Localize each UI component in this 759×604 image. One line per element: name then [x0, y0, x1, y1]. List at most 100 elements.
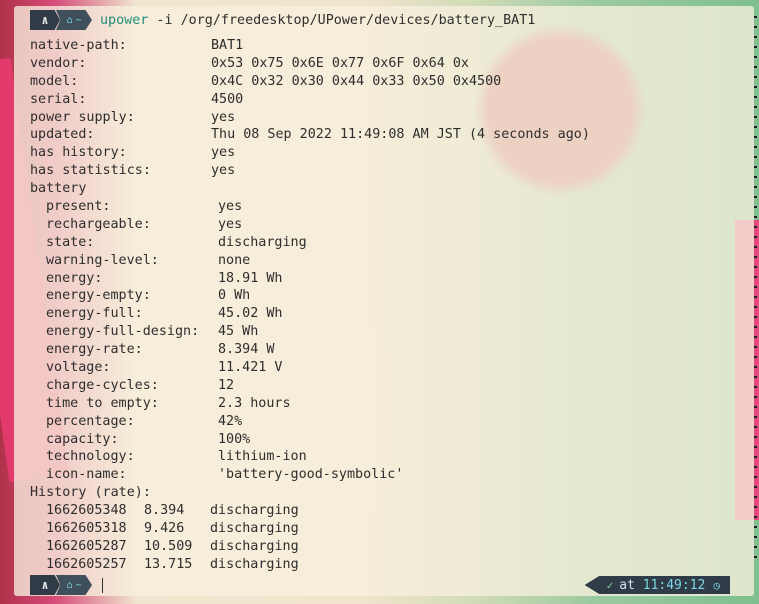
- field-value: 0x4C 0x32 0x30 0x44 0x33 0x50 0x4500: [211, 73, 502, 89]
- device-property-row: has history: yes: [30, 144, 746, 162]
- battery-property-row: energy-full: 45.02 Wh: [30, 305, 746, 323]
- battery-property-row: voltage: 11.421 V: [30, 359, 746, 377]
- field-key: icon-name:: [46, 467, 127, 483]
- command-arguments: -i /org/freedesktop/UPower/devices/batte…: [148, 12, 536, 28]
- field-value: 0x53 0x75 0x6E 0x77 0x6F 0x64 0x: [211, 55, 469, 71]
- home-icon: ⌂: [66, 579, 73, 591]
- history-rate: 8.394: [144, 503, 185, 519]
- field-key: energy-rate:: [46, 342, 143, 358]
- field-value: discharging: [218, 234, 307, 250]
- field-value: 12: [218, 377, 235, 393]
- home-icon: ⌂: [66, 14, 73, 26]
- device-property-row: native-path: BAT1: [30, 37, 746, 55]
- field-value: 11.421 V: [218, 360, 283, 376]
- field-key: vendor:: [30, 55, 87, 71]
- field-value: yes: [211, 109, 236, 125]
- scrollbar[interactable]: [754, 16, 757, 564]
- status-segment: ✓ at 11:49:12 ◷: [584, 576, 730, 594]
- field-key: time to empty:: [46, 395, 159, 411]
- field-key: energy:: [46, 270, 103, 286]
- field-key: has statistics:: [30, 163, 151, 179]
- field-value: 45 Wh: [218, 324, 259, 340]
- history-row: 1662605348 8.394 discharging: [30, 502, 746, 520]
- field-value: 18.91 Wh: [218, 270, 283, 286]
- field-key: model:: [30, 73, 79, 89]
- device-property-row: power supply: yes: [30, 109, 746, 127]
- field-key: updated:: [30, 127, 95, 143]
- history-rate: 10.509: [144, 538, 193, 554]
- battery-property-row: energy-full-design: 45 Wh: [30, 323, 746, 341]
- field-key: warning-level:: [46, 252, 159, 268]
- battery-property-row: capacity: 100%: [30, 431, 746, 449]
- history-row: 1662605318 9.426 discharging: [30, 520, 746, 538]
- history-state: discharging: [210, 503, 299, 519]
- field-value: yes: [218, 216, 243, 232]
- field-key: charge-cycles:: [46, 377, 159, 393]
- battery-property-row: energy-rate: 8.394 W: [30, 341, 746, 359]
- battery-property-row: technology: lithium-ion: [30, 448, 746, 466]
- field-key: voltage:: [46, 360, 111, 376]
- field-key: energy-full:: [46, 306, 143, 322]
- status-at-label: at: [619, 577, 643, 593]
- battery-property-row: energy: 18.91 Wh: [30, 270, 746, 288]
- device-property-row: vendor: 0x53 0x75 0x6E 0x77 0x6F 0x64 0x: [30, 55, 746, 73]
- battery-property-row: charge-cycles: 12: [30, 377, 746, 395]
- history-state: discharging: [210, 521, 299, 537]
- field-key: serial:: [30, 91, 87, 107]
- field-key: technology:: [46, 449, 135, 465]
- history-rate: 9.426: [144, 521, 185, 537]
- field-value: 100%: [218, 431, 251, 447]
- device-property-row: updated: Thu 08 Sep 2022 11:49:08 AM JST …: [30, 126, 746, 144]
- battery-section-header: battery: [30, 181, 87, 197]
- clock-icon: ◷: [713, 578, 720, 592]
- field-value: 42%: [218, 413, 243, 429]
- field-value: 0 Wh: [218, 288, 251, 304]
- field-value: yes: [211, 163, 236, 179]
- field-key: energy-empty:: [46, 288, 151, 304]
- history-row: 1662605257 13.715 discharging: [30, 556, 746, 574]
- history-state: discharging: [210, 556, 299, 572]
- battery-property-row: present: yes: [30, 198, 746, 216]
- battery-property-row: warning-level: none: [30, 252, 746, 270]
- battery-property-row: rechargeable: yes: [30, 216, 746, 234]
- command-output: native-path: BAT1 vendor: 0x53 0x75 0x6E 0x…: [30, 37, 746, 574]
- command-program: upower: [100, 12, 149, 28]
- battery-property-row: energy-empty: 0 Wh: [30, 287, 746, 305]
- battery-property-row: icon-name: 'battery-good-symbolic': [30, 466, 746, 484]
- field-key: power supply:: [30, 109, 135, 125]
- terminal-window[interactable]: ∧ ⌂ ~ upower -i /org/freedesktop/UPower/d…: [14, 6, 754, 596]
- history-timestamp: 1662605287: [46, 538, 127, 554]
- field-key: capacity:: [46, 431, 119, 447]
- device-property-row: has statistics: yes: [30, 162, 746, 180]
- field-value: BAT1: [211, 38, 244, 53]
- prompt-dir-segment: ⌂ ~: [56, 10, 92, 30]
- text-cursor[interactable]: [102, 577, 103, 593]
- device-property-row: serial: 4500: [30, 91, 746, 109]
- prompt-arch-segment: ∧: [30, 10, 60, 30]
- device-property-row: model: 0x4C 0x32 0x30 0x44 0x33 0x50 0x45…: [30, 73, 746, 91]
- field-key: native-path:: [30, 38, 127, 53]
- command-text: upower -i /org/freedesktop/UPower/device…: [100, 13, 535, 28]
- field-value: Thu 08 Sep 2022 11:49:08 AM JST (4 secon…: [211, 127, 590, 143]
- history-section-header: History (rate):: [30, 485, 151, 501]
- field-key: has history:: [30, 145, 127, 161]
- battery-property-row: time to empty: 2.3 hours: [30, 395, 746, 413]
- field-value: lithium-ion: [218, 449, 307, 465]
- field-key: percentage:: [46, 413, 135, 429]
- field-key: present:: [46, 199, 111, 215]
- field-value: none: [218, 252, 251, 268]
- field-value: yes: [211, 145, 236, 161]
- prompt-line: ∧ ⌂ ~ upower -i /org/freedesktop/UPower/d…: [14, 6, 754, 34]
- field-value: 2.3 hours: [218, 395, 291, 411]
- field-value: 8.394 W: [218, 342, 275, 358]
- battery-property-row: percentage: 42%: [30, 413, 746, 431]
- history-rate: 13.715: [144, 556, 193, 572]
- prompt-arch-segment: ∧: [30, 575, 60, 595]
- field-value: yes: [218, 199, 243, 215]
- status-time: 11:49:12: [642, 577, 706, 593]
- field-key: energy-full-design:: [46, 324, 200, 340]
- history-timestamp: 1662605318: [46, 521, 127, 537]
- history-row: 1662605287 10.509 discharging: [30, 538, 746, 556]
- prompt-dir-segment: ⌂ ~: [56, 575, 92, 595]
- field-key: rechargeable:: [46, 216, 151, 232]
